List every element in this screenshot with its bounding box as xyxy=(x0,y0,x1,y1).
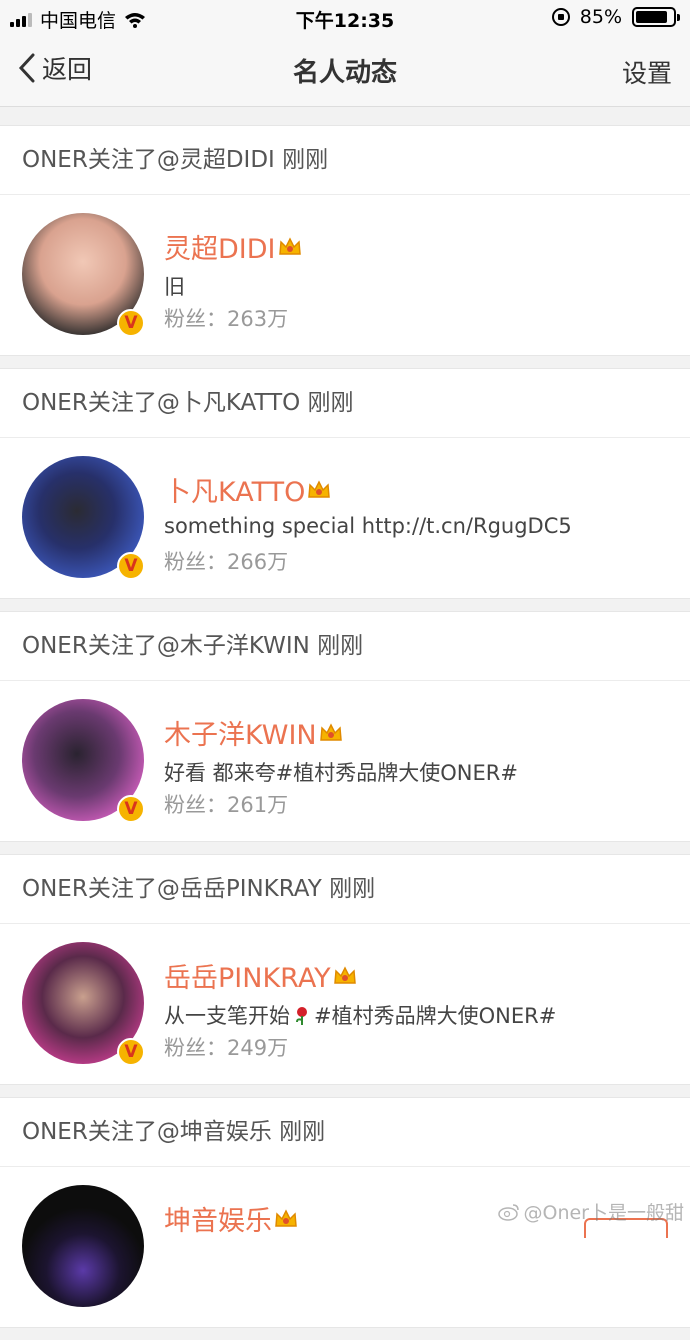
user-name-text: 木子洋KWIN xyxy=(164,720,317,751)
user-name[interactable]: 木子洋KWIN xyxy=(164,713,343,752)
user-card[interactable]: V 卜凡KATTO something special http://t.cn/… xyxy=(0,438,690,598)
fans-count: 粉丝：266万 xyxy=(164,550,289,574)
user-name-text: 岳岳PINKRAY xyxy=(164,963,331,994)
fans-count: 粉丝：261万 xyxy=(164,793,289,817)
verified-badge-icon: V xyxy=(117,552,145,580)
user-name[interactable]: 岳岳PINKRAY xyxy=(164,956,357,995)
battery-percent: 85% xyxy=(579,6,622,28)
user-name-text: 坤音娱乐 xyxy=(164,1206,272,1237)
feed-card-header[interactable]: ONER关注了@坤音娱乐 刚刚 xyxy=(0,1098,690,1167)
orientation-lock-icon xyxy=(551,8,570,26)
feed-card-header[interactable]: ONER关注了@木子洋KWIN 刚刚 xyxy=(0,612,690,681)
verified-badge-icon: V xyxy=(117,795,145,823)
feed-list: ONER关注了@灵超DIDI 刚刚 V 灵超DIDI 旧 粉丝：263万 ONE… xyxy=(0,125,690,1340)
verified-badge-icon: V xyxy=(117,1038,145,1066)
fans-count: 粉丝：263万 xyxy=(164,307,289,331)
feed-card: ONER关注了@卜凡KATTO 刚刚 V 卜凡KATTO something s… xyxy=(0,368,690,599)
status-bar: 中国电信 下午12:35 85% xyxy=(0,0,690,36)
feed-card-header[interactable]: ONER关注了@卜凡KATTO 刚刚 xyxy=(0,369,690,438)
user-name-text: 卜凡KATTO xyxy=(164,477,306,508)
feed-card: ONER关注了@木子洋KWIN 刚刚 V 木子洋KWIN 好看 都来夸#植村秀品… xyxy=(0,611,690,842)
watermark: @Oner卜是一般甜 xyxy=(497,1198,685,1225)
user-card[interactable]: V 灵超DIDI 旧 粉丝：263万 xyxy=(0,195,690,355)
crown-icon xyxy=(308,479,331,498)
page-title: 名人动态 xyxy=(292,58,397,88)
user-description[interactable]: 从一支笔开始 #植村秀品牌大使ONER# xyxy=(164,1000,556,1030)
crown-icon xyxy=(275,1208,297,1227)
feed-card: ONER关注了@灵超DIDI 刚刚 V 灵超DIDI 旧 粉丝：263万 xyxy=(0,125,690,356)
avatar[interactable] xyxy=(22,1185,144,1307)
description-hashtag: #植村秀品牌大使ONER# xyxy=(314,1004,557,1028)
status-right: 85% xyxy=(551,6,680,28)
user-name-text: 灵超DIDI xyxy=(164,234,276,265)
verified-badge-icon: V xyxy=(117,309,145,337)
feed-card-header[interactable]: ONER关注了@岳岳PINKRAY 刚刚 xyxy=(0,855,690,924)
settings-button[interactable]: 设置 xyxy=(622,54,672,90)
user-name[interactable]: 坤音娱乐 xyxy=(164,1199,298,1238)
crown-icon xyxy=(278,236,301,255)
user-card[interactable]: V 木子洋KWIN 好看 都来夸#植村秀品牌大使ONER# 粉丝：261万 xyxy=(0,681,690,841)
user-card[interactable]: V 岳岳PINKRAY 从一支笔开始 #植村秀品牌大使ONER# 粉丝：249万 xyxy=(0,924,690,1084)
battery-icon xyxy=(632,7,680,27)
user-name[interactable]: 卜凡KATTO xyxy=(164,470,331,509)
weibo-icon xyxy=(497,1203,519,1221)
crown-icon xyxy=(333,965,356,984)
rose-icon xyxy=(296,1007,307,1025)
feed-card-header[interactable]: ONER关注了@灵超DIDI 刚刚 xyxy=(0,126,690,195)
crown-icon xyxy=(319,722,342,741)
user-description[interactable]: something special http://t.cn/RgugDC5 xyxy=(164,514,572,538)
nav-bar: 返回 名人动态 设置 xyxy=(0,36,690,107)
feed-card: ONER关注了@岳岳PINKRAY 刚刚 V 岳岳PINKRAY 从一支笔开始 #… xyxy=(0,854,690,1085)
user-card[interactable]: 坤音娱乐 xyxy=(0,1167,690,1327)
user-description: 旧 xyxy=(164,275,185,299)
user-name[interactable]: 灵超DIDI xyxy=(164,227,302,266)
watermark-text: @Oner卜是一般甜 xyxy=(523,1202,685,1224)
user-description[interactable]: 好看 都来夸#植村秀品牌大使ONER# xyxy=(164,757,518,787)
description-text: 从一支笔开始 xyxy=(164,1004,290,1028)
fans-count: 粉丝：249万 xyxy=(164,1036,289,1060)
